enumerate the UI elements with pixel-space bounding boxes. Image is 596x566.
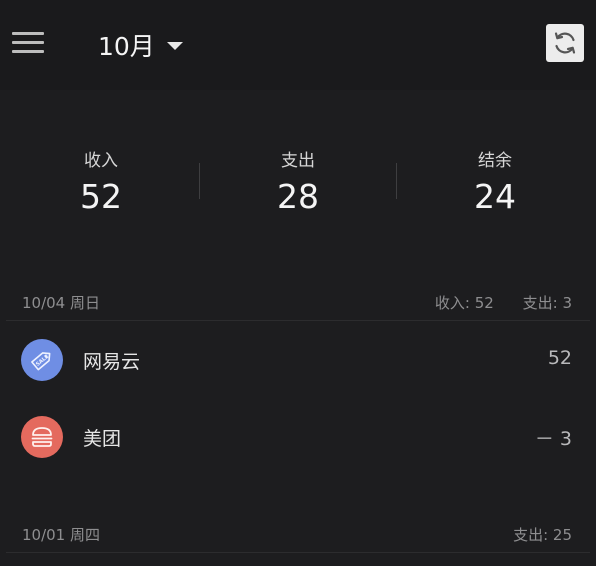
month-selector[interactable]: 10月 bbox=[98, 28, 183, 62]
expense-summary: 支出 28 bbox=[199, 130, 397, 216]
day-header: 10/01 周四 支出: 25 bbox=[0, 518, 596, 548]
day-header: 10/04 周日 收入: 52 支出: 3 bbox=[0, 286, 596, 316]
sale-tag-icon: SALE bbox=[21, 339, 63, 381]
balance-label: 结余 bbox=[478, 151, 512, 171]
balance-value: 24 bbox=[474, 177, 516, 216]
list-item[interactable]: 美团 － 3 bbox=[0, 398, 596, 472]
item-amount: － 3 bbox=[534, 428, 572, 450]
item-name: 网易云 bbox=[83, 351, 141, 373]
day-totals: 收入: 52 支出: 3 bbox=[411, 292, 572, 313]
dropdown-caret-icon bbox=[166, 42, 183, 50]
income-label: 收入 bbox=[84, 151, 118, 171]
income-value: 52 bbox=[80, 177, 122, 216]
item-name: 美团 bbox=[83, 428, 122, 450]
expense-value: 28 bbox=[277, 177, 319, 216]
month-summary: 收入 52 支出 28 结余 24 bbox=[0, 130, 596, 230]
refresh-button[interactable] bbox=[546, 24, 584, 62]
burger-icon bbox=[21, 416, 63, 458]
refresh-icon bbox=[554, 32, 576, 54]
item-amount: 52 bbox=[547, 347, 572, 369]
day-totals: 支出: 25 bbox=[489, 524, 572, 545]
day-date: 10/01 周四 bbox=[22, 526, 100, 544]
income-summary: 收入 52 bbox=[2, 130, 200, 216]
list-item[interactable]: SALE 网易云 52 bbox=[0, 321, 596, 395]
expense-label: 支出 bbox=[281, 151, 315, 171]
day-expense-total: 支出: 3 bbox=[522, 294, 572, 312]
app-bar: 10月 bbox=[0, 0, 596, 90]
day-date: 10/04 周日 bbox=[22, 294, 100, 312]
divider bbox=[6, 552, 590, 553]
day-expense-total: 支出: 25 bbox=[513, 526, 572, 544]
month-label: 10月 bbox=[98, 32, 155, 61]
hamburger-menu-icon[interactable] bbox=[12, 30, 44, 54]
balance-summary: 结余 24 bbox=[396, 130, 594, 216]
day-income-total: 收入: 52 bbox=[434, 294, 494, 312]
